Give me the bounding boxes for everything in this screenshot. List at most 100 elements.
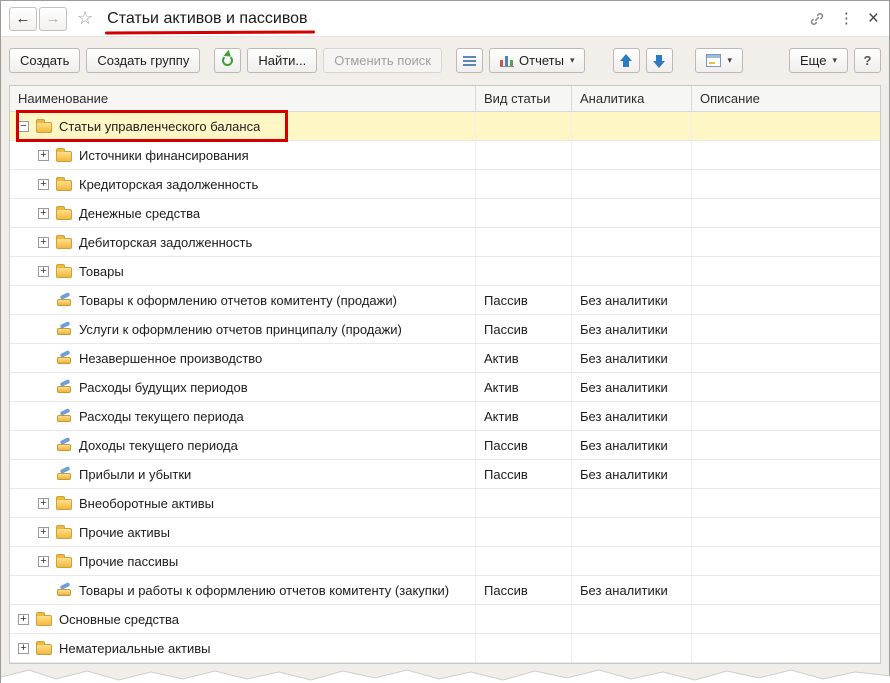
cell-analytics: Без аналитики: [572, 373, 692, 401]
table-row[interactable]: Расходы будущих периодов Актив Без аналити…: [10, 373, 880, 402]
close-icon[interactable]: ×: [868, 9, 879, 28]
list-table: Наименование Вид статьи Аналитика Описан…: [9, 85, 881, 664]
table-row[interactable]: + Прочие пассивы: [10, 547, 880, 576]
column-header-analytics[interactable]: Аналитика: [572, 86, 692, 111]
cell-analytics: [572, 605, 692, 633]
refresh-button[interactable]: [214, 48, 242, 73]
table-row[interactable]: + Нематериальные активы: [10, 634, 880, 663]
cell-name: + Источники финансирования: [10, 141, 476, 169]
folder-icon: [56, 205, 72, 220]
table-row[interactable]: Услуги к оформлению отчетов принципалу (…: [10, 315, 880, 344]
cell-article-type: [476, 199, 572, 227]
cell-analytics: Без аналитики: [572, 344, 692, 372]
cell-description: [692, 460, 880, 488]
forward-button[interactable]: →: [39, 6, 67, 31]
find-button[interactable]: Найти...: [247, 48, 318, 73]
cell-article-type: [476, 634, 572, 662]
cancel-search-button[interactable]: Отменить поиск: [323, 48, 442, 73]
folder-icon: [36, 640, 52, 655]
expand-icon[interactable]: +: [38, 497, 49, 509]
cell-name: + Внеоборотные активы: [10, 489, 476, 517]
cell-description: [692, 489, 880, 517]
back-button[interactable]: ←: [9, 6, 37, 31]
row-label: Расходы текущего периода: [79, 408, 244, 424]
cell-name: Услуги к оформлению отчетов принципалу (…: [10, 315, 476, 343]
item-icon: [56, 583, 72, 597]
cell-article-type: [476, 170, 572, 198]
cell-description: [692, 605, 880, 633]
expand-icon[interactable]: +: [38, 265, 49, 277]
row-label: Источники финансирования: [79, 147, 249, 163]
table-row[interactable]: Незавершенное производство Актив Без анали…: [10, 344, 880, 373]
table-row[interactable]: + Дебиторская задолженность: [10, 228, 880, 257]
more-menu-icon[interactable]: ⋮: [839, 11, 854, 26]
expand-icon[interactable]: +: [18, 613, 29, 625]
cell-description: [692, 344, 880, 372]
expand-icon[interactable]: +: [38, 149, 49, 161]
reports-button[interactable]: Отчеты ▾: [489, 48, 586, 73]
chart-icon: [500, 54, 514, 67]
favorite-star-icon[interactable]: ☆: [77, 8, 93, 29]
column-header-name[interactable]: Наименование: [10, 86, 476, 111]
find-button-label: Найти...: [258, 53, 307, 68]
table-row[interactable]: + Основные средства: [10, 605, 880, 634]
cell-analytics: [572, 489, 692, 517]
row-label: Доходы текущего периода: [79, 437, 238, 453]
row-label: Прибыли и убытки: [79, 466, 192, 482]
item-icon: [56, 380, 72, 394]
cell-name: Расходы будущих периодов: [10, 373, 476, 401]
link-icon[interactable]: [809, 11, 825, 27]
column-header-article-type[interactable]: Вид статьи: [476, 86, 572, 111]
cell-analytics: Без аналитики: [572, 286, 692, 314]
folder-icon: [56, 553, 72, 568]
table-row[interactable]: + Кредиторская задолженность: [10, 170, 880, 199]
row-label: Кредиторская задолженность: [79, 176, 259, 192]
expand-icon[interactable]: +: [18, 642, 29, 654]
cell-article-type: Пассив: [476, 315, 572, 343]
cell-article-type: Актив: [476, 402, 572, 430]
chevron-down-icon: ▾: [832, 55, 837, 65]
create-group-button[interactable]: Создать группу: [86, 48, 201, 73]
expand-icon[interactable]: +: [38, 555, 49, 567]
cell-name: Доходы текущего периода: [10, 431, 476, 459]
table-row[interactable]: Прибыли и убытки Пассив Без аналитики: [10, 460, 880, 489]
table-row[interactable]: + Источники финансирования: [10, 141, 880, 170]
table-row[interactable]: + Денежные средства: [10, 199, 880, 228]
cell-analytics: [572, 518, 692, 546]
expand-icon[interactable]: +: [38, 207, 49, 219]
form-settings-button[interactable]: ▾: [695, 48, 743, 73]
table-row[interactable]: Расходы текущего периода Актив Без аналити…: [10, 402, 880, 431]
cell-name: + Дебиторская задолженность: [10, 228, 476, 256]
list-view-button[interactable]: [456, 48, 483, 73]
table-row[interactable]: Товары к оформлению отчетов комитенту (п…: [10, 286, 880, 315]
expand-icon[interactable]: +: [38, 236, 49, 248]
form-settings-icon: [706, 54, 722, 67]
cell-analytics: [572, 170, 692, 198]
cell-article-type: [476, 228, 572, 256]
table-row[interactable]: − Статьи управленческого баланса: [10, 110, 880, 142]
move-up-button[interactable]: [613, 48, 641, 73]
folder-icon: [56, 176, 72, 191]
column-header-description[interactable]: Описание: [692, 86, 880, 111]
table-row[interactable]: + Товары: [10, 257, 880, 286]
cell-description: [692, 170, 880, 198]
help-button[interactable]: ?: [854, 48, 881, 73]
table-row[interactable]: Доходы текущего периода Пассив Без аналити…: [10, 431, 880, 460]
expand-icon[interactable]: +: [38, 526, 49, 538]
item-icon: [56, 351, 72, 365]
cell-name: − Статьи управленческого баланса: [10, 112, 476, 140]
collapse-icon[interactable]: −: [18, 120, 29, 132]
cell-description: [692, 112, 880, 140]
table-row[interactable]: + Внеоборотные активы: [10, 489, 880, 518]
cell-description: [692, 141, 880, 169]
folder-icon: [36, 611, 52, 626]
cell-article-type: [476, 547, 572, 575]
more-button[interactable]: Еще ▾: [789, 48, 848, 73]
table-row[interactable]: + Прочие активы: [10, 518, 880, 547]
row-label: Прочие пассивы: [79, 553, 179, 569]
create-button[interactable]: Создать: [9, 48, 81, 73]
move-down-button[interactable]: [646, 48, 674, 73]
cell-description: [692, 402, 880, 430]
table-row[interactable]: Товары и работы к оформлению отчетов ком…: [10, 576, 880, 605]
expand-icon[interactable]: +: [38, 178, 49, 190]
